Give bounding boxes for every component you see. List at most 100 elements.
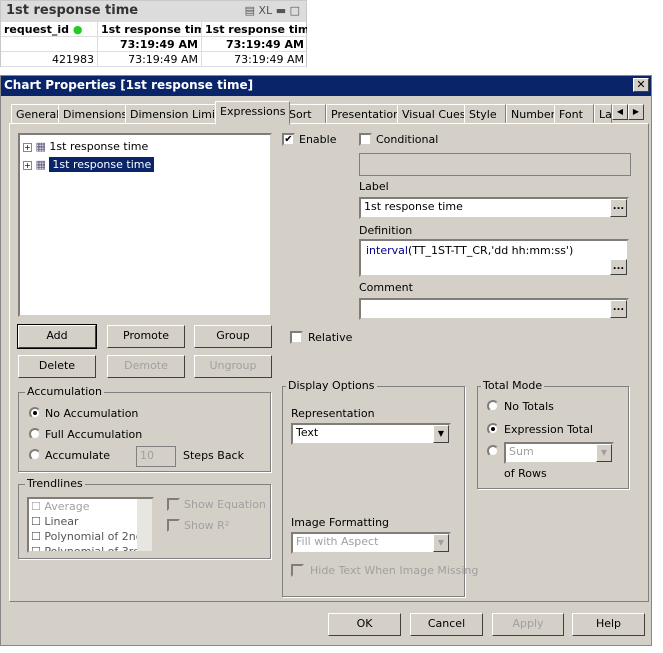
trendline-item[interactable]: ☐ Linear [29,514,152,529]
tab-scroll-right[interactable]: ▶ [628,104,644,120]
tab-general[interactable]: General [11,104,65,124]
chevron-down-icon[interactable]: ▼ [433,534,449,552]
full-accumulation-radio[interactable] [29,428,41,440]
xl-icon[interactable]: XL [259,4,273,17]
table-caption: 1st response time ▤ XL ▬ □ [1,1,306,22]
total-mode-title: Total Mode [481,379,545,392]
table-icon: ▦ [35,140,46,153]
close-button[interactable]: ✕ [633,78,649,92]
conditional-input [359,153,631,176]
expand-icon[interactable]: + [23,161,32,170]
selection-indicator-icon: ● [72,23,83,36]
of-rows-label: of Rows [504,467,547,480]
delete-button[interactable]: Delete [18,355,96,378]
total-mode-group: Total Mode No Totals Expression Total Su… [477,379,629,489]
total-cell: 73:19:49 AM [98,37,202,52]
tab-dimensions[interactable]: Dimensions [58,104,133,124]
enable-label: Enable [299,133,337,146]
show-equation-label: Show Equation [184,498,266,511]
show-r2-label: Show R² [184,519,230,532]
representation-label: Representation [291,407,375,420]
label-caption: Label [359,180,389,193]
expand-icon[interactable]: + [23,143,32,152]
trendlines-scrollbar[interactable] [137,499,152,551]
trendlines-list[interactable]: ☐ Average ☐ Linear ☐ Polynomial of 2nd d… [27,497,154,553]
total-cell [1,37,98,52]
print-icon[interactable]: ▤ [245,4,255,17]
conditional-label: Conditional [376,133,439,146]
column-header[interactable]: 1st response time [202,22,307,37]
ok-button[interactable]: OK [328,613,401,636]
expression-tree[interactable]: + ▦ 1st response time + ▦ 1st response t… [18,133,272,317]
definition-caption: Definition [359,224,413,237]
tab-style[interactable]: Style [464,104,506,124]
tab-layout[interactable]: La [594,104,612,124]
tab-expressions[interactable]: Expressions [215,101,291,125]
full-accumulation-label: Full Accumulation [45,428,143,441]
table-cell[interactable]: 73:19:49 AM [98,52,202,67]
apply-button[interactable]: Apply [492,613,564,636]
group-button[interactable]: Group [194,325,272,348]
accumulate-label: Accumulate [45,449,110,462]
total-cell: 73:19:49 AM [202,37,307,52]
chevron-down-icon[interactable]: ▼ [596,444,612,462]
trendline-item[interactable]: ☐ Average [29,499,152,514]
enable-checkbox[interactable]: ✔ [282,133,295,146]
hide-text-checkbox[interactable] [291,564,304,577]
trendlines-group: Trendlines ☐ Average ☐ Linear ☐ Polynomi… [18,477,271,559]
display-options-group: Display Options Representation Text ▼ Ima… [282,379,478,597]
accumulate-radio[interactable] [29,449,41,461]
table-cell[interactable]: 421983 [1,52,98,67]
expression-item-selected[interactable]: + ▦ 1st response time [23,157,155,172]
maximize-icon[interactable]: □ [290,4,300,17]
comment-edit-button[interactable]: ... [610,300,627,318]
demote-button[interactable]: Demote [107,355,185,378]
trendline-item[interactable]: ☐ Polynomial of 2nd de [29,529,152,544]
promote-button[interactable]: Promote [107,325,185,348]
show-r2-checkbox[interactable] [167,519,180,532]
steps-back-stepper[interactable]: 10 [136,446,176,467]
chart-properties-dialog: Chart Properties [1st response time] ✕ G… [0,75,652,646]
expression-total-radio[interactable] [487,423,499,435]
cancel-button[interactable]: Cancel [410,613,483,636]
add-button[interactable]: Add [17,324,97,349]
tab-scroll-left[interactable]: ◀ [612,104,628,120]
ungroup-button[interactable]: Ungroup [194,355,272,378]
representation-select[interactable]: Text ▼ [291,423,451,445]
no-totals-radio[interactable] [487,400,499,412]
image-formatting-select[interactable]: Fill with Aspect ▼ [291,532,451,554]
column-header-request-id[interactable]: request_id ● [1,22,98,37]
definition-input[interactable]: interval(TT_1ST-TT_CR,'dd hh:mm:ss')... [359,239,629,277]
no-accumulation-radio[interactable] [29,407,41,419]
tab-number[interactable]: Number [506,104,561,124]
label-edit-button[interactable]: ... [610,199,627,217]
comment-caption: Comment [359,281,413,294]
comment-input[interactable]: ... [359,298,629,320]
aggr-total-radio[interactable] [487,445,499,457]
help-button[interactable]: Help [572,613,645,636]
display-options-title: Display Options [286,379,377,392]
tab-presentation[interactable]: Presentation [326,104,406,124]
show-equation-checkbox[interactable] [167,498,180,511]
aggr-select[interactable]: Sum ▼ [504,442,614,464]
conditional-checkbox[interactable] [359,133,372,146]
no-totals-label: No Totals [504,400,554,413]
steps-back-label: Steps Back [183,449,244,462]
table-cell[interactable]: 73:19:49 AM [202,52,307,67]
trendline-item[interactable]: ☐ Polynomial of 3rd d [29,544,152,551]
expression-total-label: Expression Total [504,423,593,436]
expression-item[interactable]: + ▦ 1st response time [23,140,148,153]
hide-text-label: Hide Text When Image Missing [310,564,479,577]
image-formatting-label: Image Formatting [291,516,390,529]
tab-font[interactable]: Font [554,104,594,124]
definition-edit-button[interactable]: ... [610,259,627,275]
trendlines-title: Trendlines [25,477,85,490]
dialog-title: Chart Properties [1st response time] [1,76,651,96]
tab-visual-cues[interactable]: Visual Cues [397,104,471,124]
minimize-icon[interactable]: ▬ [276,4,286,17]
column-header[interactable]: 1st response time [98,22,202,37]
accumulation-group: Accumulation No Accumulation Full Accumu… [18,385,271,472]
label-input[interactable]: 1st response time... [359,197,629,219]
relative-checkbox[interactable] [290,331,303,344]
chevron-down-icon[interactable]: ▼ [433,425,449,443]
